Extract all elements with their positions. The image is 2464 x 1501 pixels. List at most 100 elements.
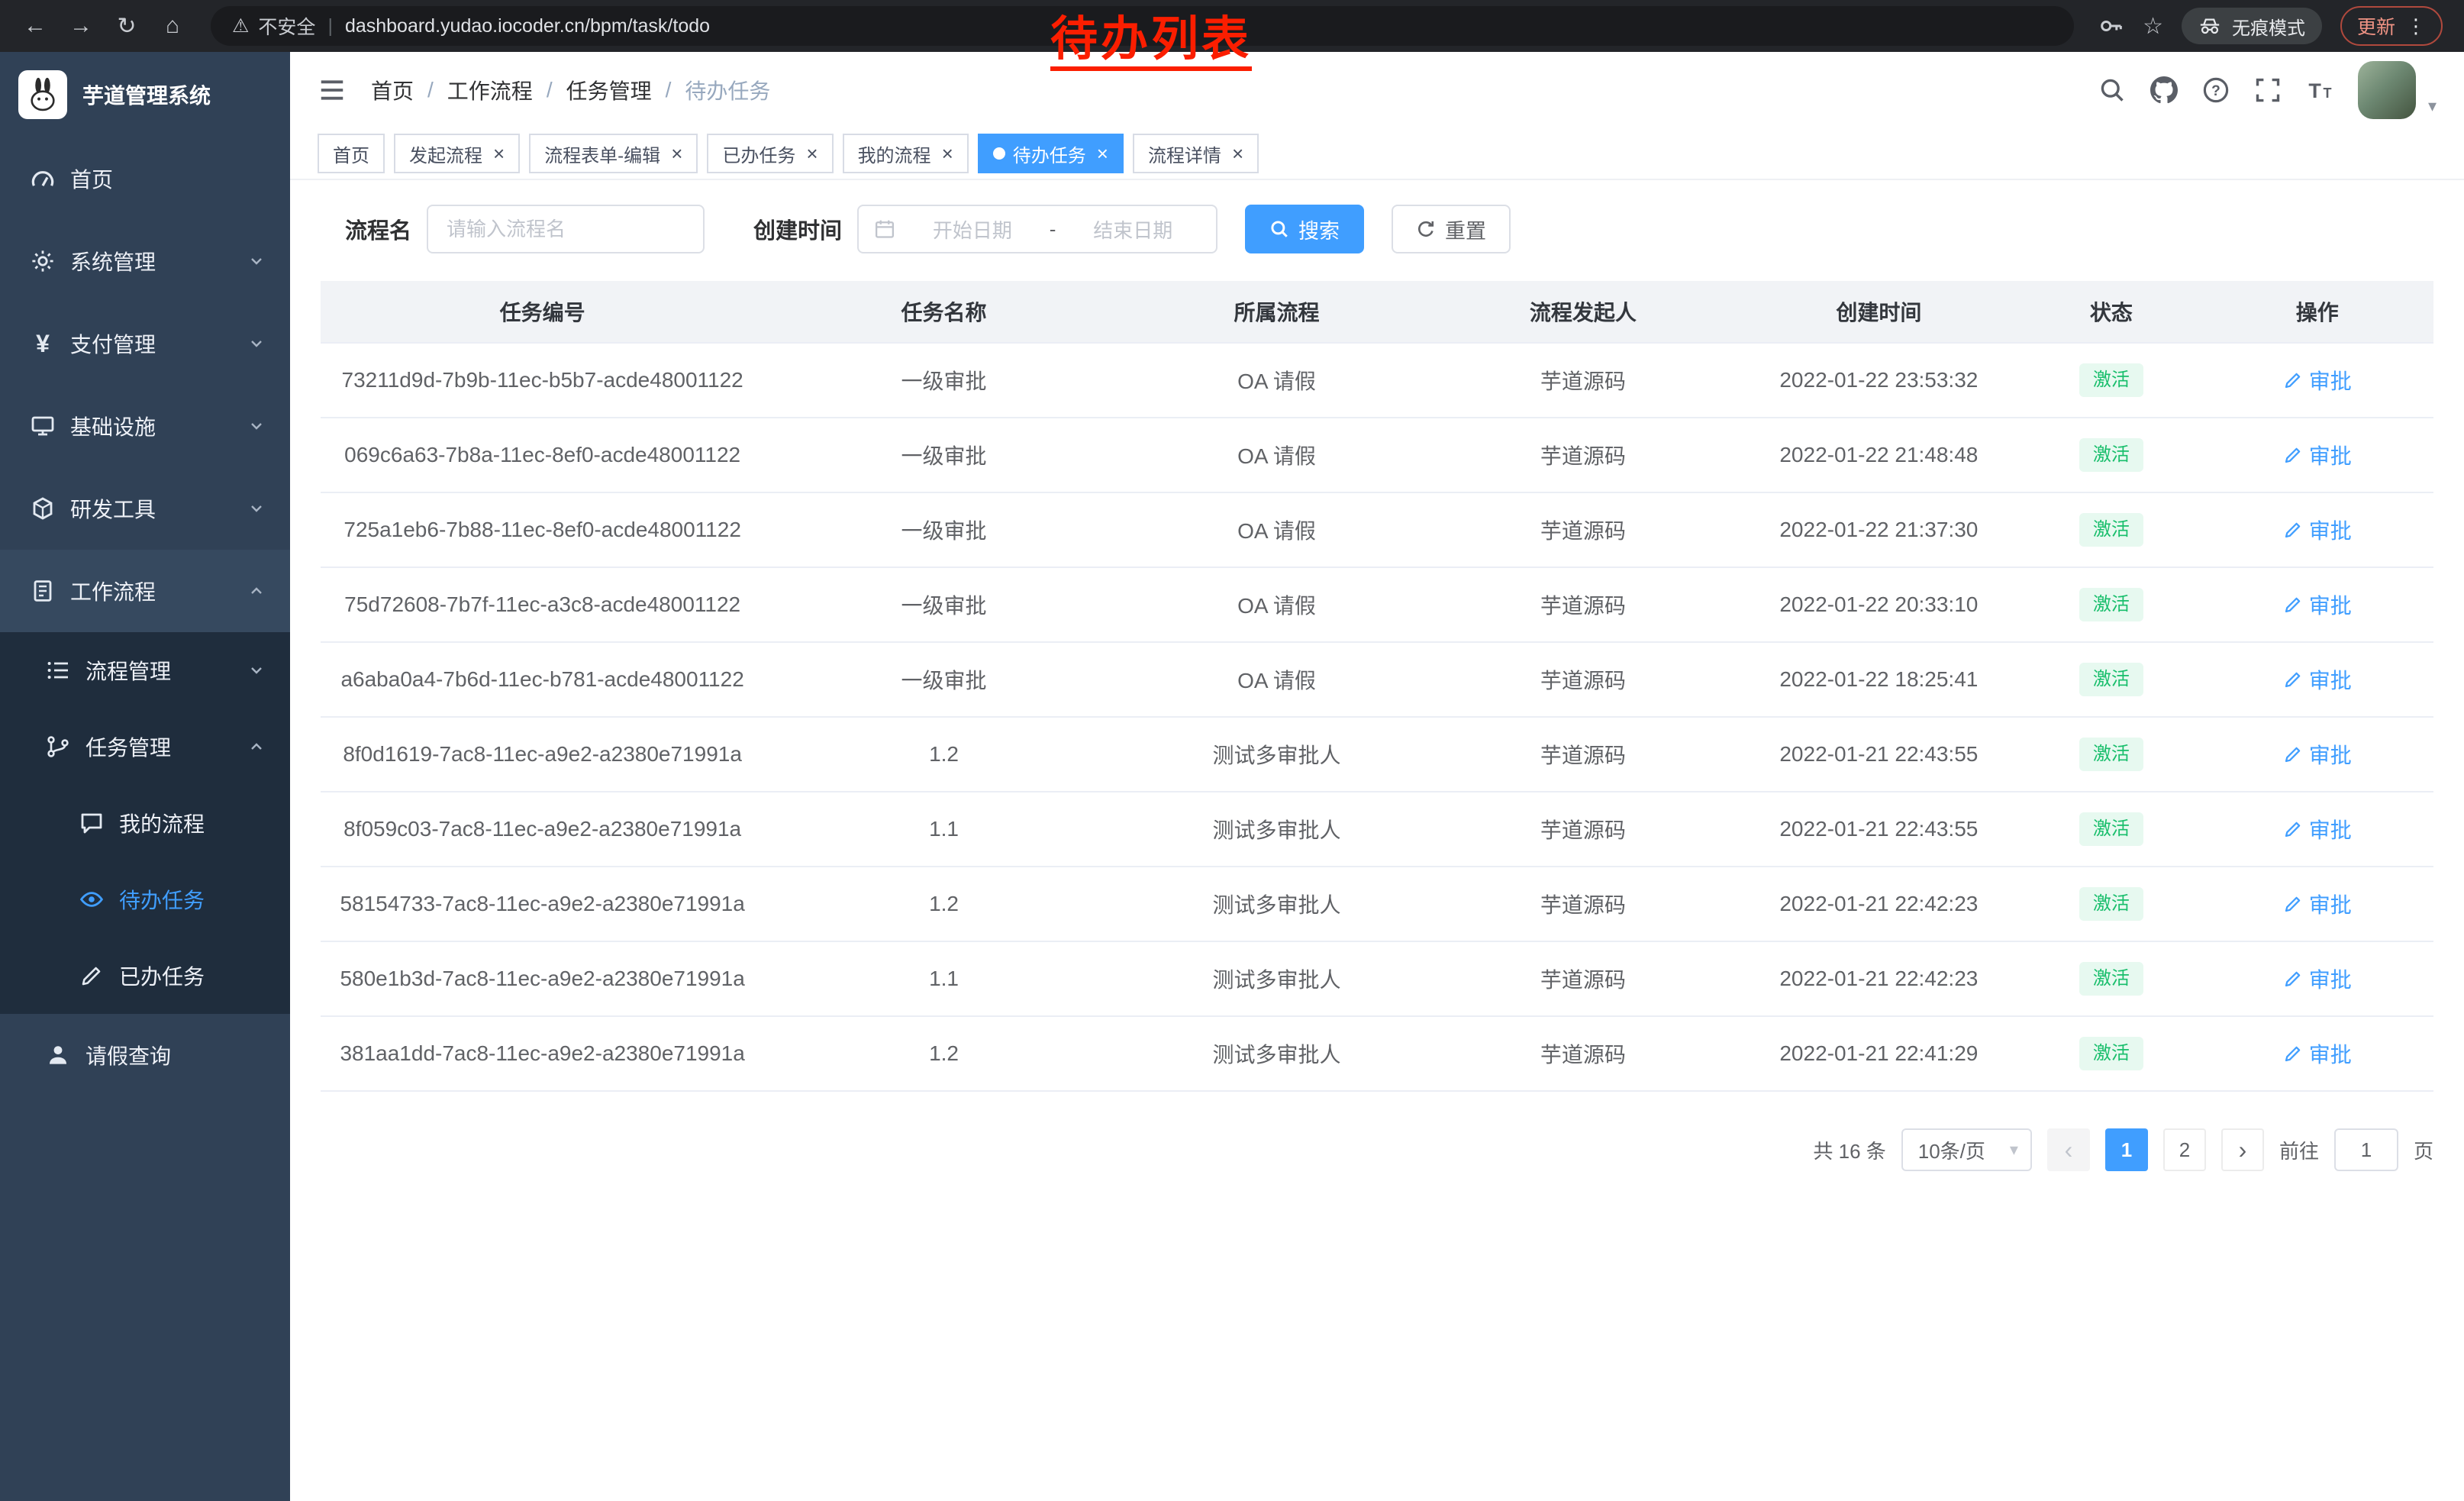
status-badge: 激活 — [2079, 588, 2143, 621]
update-button[interactable]: 更新 ⋮ — [2340, 6, 2443, 46]
tab[interactable]: 流程表单-编辑 × — [529, 134, 698, 173]
start-date-placeholder: 开始日期 — [905, 215, 1040, 244]
task-process: OA 请假 — [1124, 418, 1430, 492]
tab-close-icon[interactable]: × — [806, 144, 818, 163]
sidebar-item-label: 研发工具 — [70, 493, 156, 524]
breadcrumb-task-mgmt[interactable]: 任务管理 — [566, 75, 652, 105]
app-logo-icon — [18, 70, 67, 119]
page-button-2[interactable]: 2 — [2163, 1128, 2206, 1171]
back-icon[interactable]: ← — [15, 6, 55, 46]
hamburger-icon[interactable] — [318, 76, 347, 105]
approve-link[interactable]: 审批 — [2283, 365, 2352, 395]
approve-link[interactable]: 审批 — [2283, 814, 2352, 844]
page-button-1[interactable]: 1 — [2105, 1128, 2148, 1171]
task-initiator: 芋道源码 — [1430, 418, 1736, 492]
approve-link[interactable]: 审批 — [2283, 589, 2352, 620]
font-size-icon[interactable]: TT — [2306, 76, 2333, 104]
next-page-button[interactable]: › — [2221, 1128, 2264, 1171]
avatar[interactable] — [2358, 61, 2416, 119]
process-name-input[interactable] — [427, 205, 705, 253]
bookmark-star-icon[interactable]: ☆ — [2143, 13, 2163, 40]
edit-icon — [2283, 445, 2303, 465]
tab[interactable]: 发起流程 × — [394, 134, 520, 173]
sidebar-item-home[interactable]: 首页 — [0, 137, 290, 220]
menu-dots-icon[interactable]: ⋮ — [2406, 15, 2426, 38]
sidebar-item-label: 首页 — [70, 163, 113, 194]
column-header: 任务编号 — [321, 281, 764, 342]
process-name-label: 流程名 — [345, 213, 411, 245]
github-icon[interactable] — [2150, 76, 2178, 104]
home-icon[interactable]: ⌂ — [153, 6, 192, 46]
tab[interactable]: 首页 — [318, 134, 385, 173]
status-cell: 激活 — [2021, 867, 2201, 941]
tab-label: 已办任务 — [722, 140, 795, 167]
tab-close-icon[interactable]: × — [1097, 144, 1108, 163]
goto-page-input[interactable] — [2334, 1128, 2398, 1171]
tab-close-icon[interactable]: × — [942, 144, 953, 163]
search-button[interactable]: 搜索 — [1245, 205, 1364, 253]
sidebar-item-todo-tasks[interactable]: 待办任务 — [0, 861, 290, 938]
sidebar-item-label: 我的流程 — [119, 808, 205, 838]
sidebar-item-my-processes[interactable]: 我的流程 — [0, 785, 290, 861]
tab-close-icon[interactable]: × — [1232, 144, 1243, 163]
prev-page-button[interactable]: ‹ — [2047, 1128, 2090, 1171]
sidebar-item-dev-tools[interactable]: 研发工具 — [0, 467, 290, 550]
sidebar-item-task-mgmt[interactable]: 任务管理 — [0, 709, 290, 785]
approve-link[interactable]: 审批 — [2283, 664, 2352, 695]
fullscreen-icon[interactable] — [2254, 76, 2282, 104]
clipboard-icon — [31, 579, 55, 603]
page-size-select[interactable]: 10条/页 ▾ — [1901, 1128, 2032, 1171]
tab[interactable]: 我的流程 × — [843, 134, 969, 173]
table-row: 73211d9d-7b9b-11ec-b5b7-acde48001122 一级审… — [321, 344, 2433, 418]
reload-icon[interactable]: ↻ — [107, 6, 147, 46]
app-logo[interactable]: 芋道管理系统 — [0, 52, 290, 137]
date-range-picker[interactable]: 开始日期 - 结束日期 — [857, 205, 1217, 253]
security-indicator[interactable]: ⚠ 不安全 — [232, 12, 315, 40]
sidebar-item-payment-mgmt[interactable]: ¥ 支付管理 — [0, 302, 290, 385]
sidebar-item-leave-query[interactable]: 请假查询 — [0, 1014, 290, 1096]
breadcrumb-home[interactable]: 首页 — [371, 75, 414, 105]
app-title: 芋道管理系统 — [82, 79, 211, 110]
sidebar-item-done-tasks[interactable]: 已办任务 — [0, 938, 290, 1014]
help-icon[interactable]: ? — [2202, 76, 2230, 104]
approve-link[interactable]: 审批 — [2283, 440, 2352, 470]
key-icon[interactable] — [2098, 13, 2124, 39]
table-row: 069c6a63-7b8a-11ec-8ef0-acde48001122 一级审… — [321, 418, 2433, 493]
pen-icon — [79, 964, 104, 988]
breadcrumb-workflow[interactable]: 工作流程 — [447, 75, 533, 105]
sidebar-item-system-mgmt[interactable]: 系统管理 — [0, 220, 290, 302]
tab-close-icon[interactable]: × — [671, 144, 682, 163]
status-cell: 激活 — [2021, 792, 2201, 866]
tab[interactable]: 已办任务 × — [707, 134, 833, 173]
incognito-icon — [2198, 15, 2221, 37]
approve-link[interactable]: 审批 — [2283, 964, 2352, 994]
approve-label: 审批 — [2309, 889, 2352, 919]
task-name: 1.1 — [764, 942, 1124, 1015]
tab[interactable]: 流程详情 × — [1133, 134, 1259, 173]
reset-button[interactable]: 重置 — [1392, 205, 1511, 253]
end-date-placeholder: 结束日期 — [1065, 215, 1201, 244]
task-process: OA 请假 — [1124, 568, 1430, 641]
approve-link[interactable]: 审批 — [2283, 1038, 2352, 1069]
tab-label: 流程详情 — [1148, 140, 1221, 167]
sidebar-item-workflow[interactable]: 工作流程 — [0, 550, 290, 632]
task-created: 2022-01-21 22:43:55 — [1737, 718, 2022, 791]
avatar-caret-icon[interactable]: ▾ — [2428, 96, 2437, 116]
column-header: 状态 — [2021, 281, 2201, 342]
approve-link[interactable]: 审批 — [2283, 889, 2352, 919]
sidebar-item-process-mgmt[interactable]: 流程管理 — [0, 632, 290, 709]
tab-close-icon[interactable]: × — [493, 144, 505, 163]
approve-label: 审批 — [2309, 814, 2352, 844]
forward-icon[interactable]: → — [61, 6, 101, 46]
approve-link[interactable]: 审批 — [2283, 739, 2352, 770]
tab[interactable]: 待办任务 × — [978, 134, 1124, 173]
task-id: 58154733-7ac8-11ec-a9e2-a2380e71991a — [321, 867, 764, 941]
sidebar-item-infrastructure[interactable]: 基础设施 — [0, 385, 290, 467]
action-cell: 审批 — [2201, 718, 2433, 791]
search-icon[interactable] — [2098, 76, 2126, 104]
approve-link[interactable]: 审批 — [2283, 515, 2352, 545]
task-process: 测试多审批人 — [1124, 1017, 1430, 1090]
task-id: 75d72608-7b7f-11ec-a3c8-acde48001122 — [321, 568, 764, 641]
app-frame: 芋道管理系统 首页 系统管理 ¥ 支付管理 基础设施 研发工具 — [0, 52, 2464, 1501]
gear-icon — [31, 249, 55, 273]
